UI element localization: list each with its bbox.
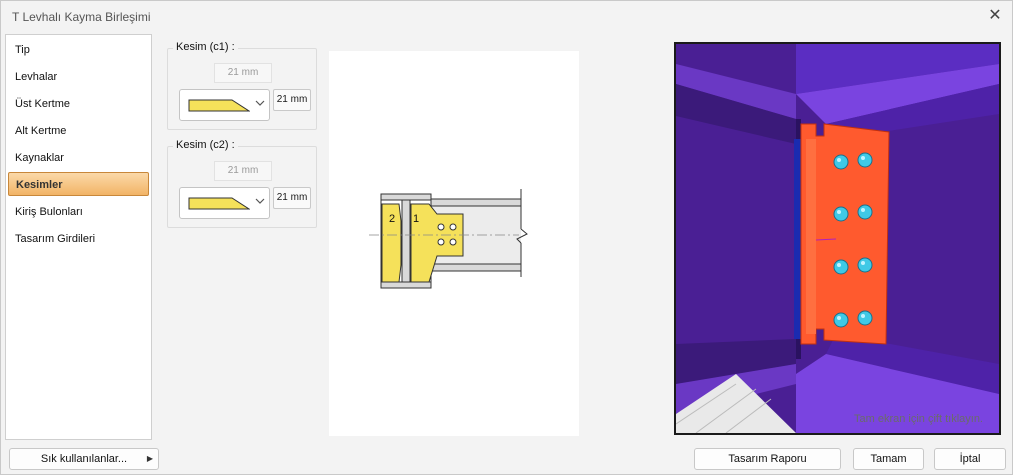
dialog-window: T Levhalı Kayma Birleşimi ✕ Tip Levhalar… xyxy=(0,0,1013,475)
sidebar-item-ust-kertme[interactable]: Üst Kertme xyxy=(8,92,149,116)
sidebar-item-kaynaklar[interactable]: Kaynaklar xyxy=(8,146,149,170)
cut-c2-group: Kesim (c2) : 21 mm 21 mm xyxy=(167,139,317,228)
cut-c1-title: Kesim (c1) : xyxy=(173,41,238,53)
favorites-button[interactable]: Sık kullanılanlar... ▶ xyxy=(9,448,159,470)
title-bar: T Levhalı Kayma Birleşimi ✕ xyxy=(1,1,1012,33)
fullscreen-hint: Tam ekran için çift tıklayın. xyxy=(854,413,983,425)
cut-c2-readonly-value: 21 mm xyxy=(214,161,272,181)
window-title: T Levhalı Kayma Birleşimi xyxy=(12,10,151,24)
ok-button[interactable]: Tamam xyxy=(853,448,924,470)
plate-2-label: 2 xyxy=(389,213,395,225)
chevron-right-icon: ▶ xyxy=(146,454,153,463)
sidebar-item-tasarim-girdileri[interactable]: Tasarım Girdileri xyxy=(8,227,149,251)
connection-3d-render xyxy=(676,44,999,433)
favorites-label: Sık kullanılanlar... xyxy=(40,453,128,465)
connection-2d-drawing: 2 1 xyxy=(369,189,528,289)
cut-c1-shape-dropdown[interactable] xyxy=(179,89,270,121)
connection-3d-preview[interactable]: Tam ekran için çift tıklayın. xyxy=(674,42,1001,435)
sidebar-item-kiris-bulonlari[interactable]: Kiriş Bulonları xyxy=(8,200,149,224)
sidebar: Tip Levhalar Üst Kertme Alt Kertme Kayna… xyxy=(5,34,152,440)
cut-shape-icon xyxy=(188,197,250,210)
sidebar-item-alt-kertme[interactable]: Alt Kertme xyxy=(8,119,149,143)
cut-c1-group: Kesim (c1) : 21 mm 21 mm xyxy=(167,41,317,130)
cut-c2-value-button[interactable]: 21 mm xyxy=(273,187,311,209)
cut-c1-value-button[interactable]: 21 mm xyxy=(273,89,311,111)
close-icon[interactable]: ✕ xyxy=(984,5,1006,27)
cut-c2-shape-dropdown[interactable] xyxy=(179,187,270,219)
design-report-button[interactable]: Tasarım Raporu xyxy=(694,448,841,470)
sidebar-item-kesimler[interactable]: Kesimler xyxy=(8,172,149,196)
cut-c1-readonly-value: 21 mm xyxy=(214,63,272,83)
sidebar-item-levhalar[interactable]: Levhalar xyxy=(8,65,149,89)
cancel-button[interactable]: İptal xyxy=(934,448,1006,470)
plate-1-label: 1 xyxy=(413,213,419,225)
chevron-down-icon xyxy=(255,197,265,207)
cut-c2-title: Kesim (c2) : xyxy=(173,139,238,151)
sidebar-item-tip[interactable]: Tip xyxy=(8,38,149,62)
connection-2d-preview: 2 1 xyxy=(329,51,579,436)
cut-shape-icon xyxy=(188,99,250,112)
chevron-down-icon xyxy=(255,99,265,109)
